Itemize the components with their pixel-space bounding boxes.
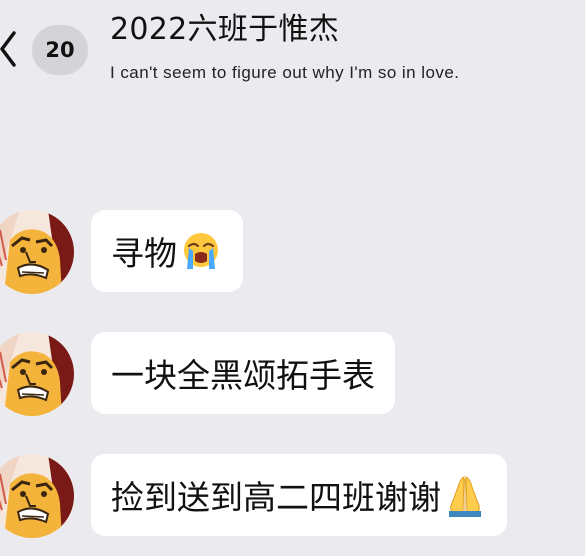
loudly-crying-face-emoji bbox=[179, 229, 223, 273]
message-text: 捡到送到高二四班谢谢 bbox=[111, 478, 441, 517]
avatar[interactable] bbox=[0, 332, 74, 416]
message-text: 一块全黑颂拓手表 bbox=[111, 356, 375, 395]
unread-count-badge[interactable]: 20 bbox=[32, 25, 88, 75]
message-bubble[interactable]: 一块全黑颂拓手表 bbox=[91, 332, 395, 414]
message-text: 寻物 bbox=[111, 234, 177, 273]
message-row: 捡到送到高二四班谢谢 bbox=[0, 454, 585, 538]
cartoon-face-avatar-icon bbox=[0, 332, 74, 416]
message-bubble[interactable]: 寻物 bbox=[91, 210, 243, 292]
message-row: 寻物 bbox=[0, 210, 585, 294]
cartoon-face-avatar-icon bbox=[0, 210, 74, 294]
avatar[interactable] bbox=[0, 454, 74, 538]
chat-header: 20 2022六班于惟杰 I can't seem to figure out … bbox=[0, 0, 585, 100]
back-button[interactable] bbox=[0, 27, 24, 71]
chevron-left-icon bbox=[0, 31, 16, 67]
message-bubble[interactable]: 捡到送到高二四班谢谢 bbox=[91, 454, 507, 536]
cartoon-face-avatar-icon bbox=[0, 454, 74, 538]
folded-hands-emoji bbox=[443, 473, 487, 517]
chat-title[interactable]: 2022六班于惟杰 bbox=[110, 10, 339, 50]
message-row: 一块全黑颂拓手表 bbox=[0, 332, 585, 416]
chat-subtitle: I can't seem to figure out why I'm so in… bbox=[110, 63, 460, 82]
avatar[interactable] bbox=[0, 210, 74, 294]
